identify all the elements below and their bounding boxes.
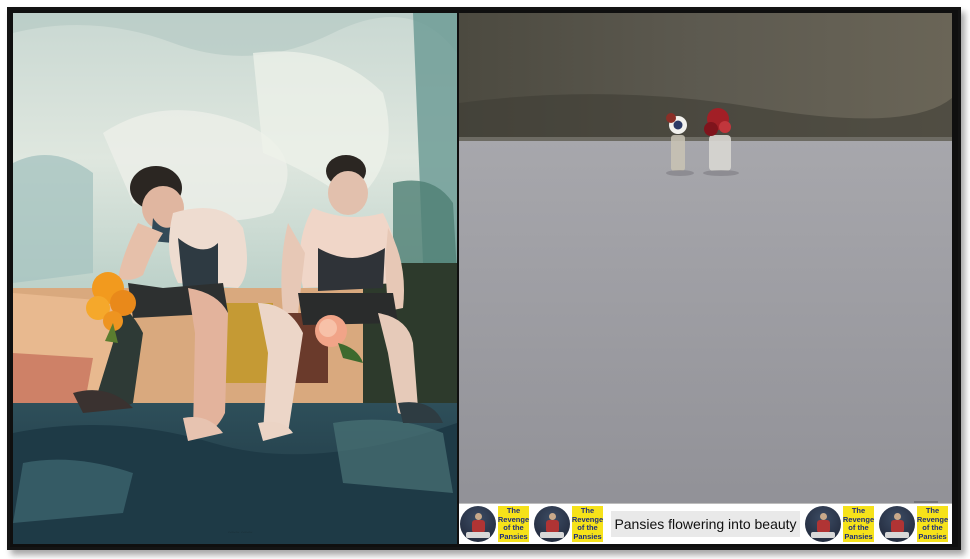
svg-text:~~~ ~~~: ~~~ ~~~ [228, 529, 253, 537]
logo-text: The Revenge of the Pansies [571, 506, 604, 542]
banner-caption: Pansies flowering into beauty [611, 511, 800, 537]
logo-text: The Revenge of the Pansies [497, 506, 530, 542]
collage-frame: ~~~ ~~~ The Revenge of the Pansies The R… [7, 7, 961, 550]
painting-two-seated-men-image: ~~~ ~~~ [13, 13, 457, 544]
logo-figure-icon [879, 506, 915, 542]
painting-two-vases [459, 13, 952, 544]
caption-banner: The Revenge of the Pansies The Revenge o… [459, 503, 952, 544]
painting-two-seated-men: ~~~ ~~~ [13, 13, 457, 544]
logo-text: The Revenge of the Pansies [842, 506, 875, 542]
revenge-of-the-pansies-logo: The Revenge of the Pansies [459, 505, 530, 543]
logo-figure-icon [460, 506, 496, 542]
revenge-of-the-pansies-logo: The Revenge of the Pansies [878, 505, 949, 543]
revenge-of-the-pansies-logo: The Revenge of the Pansies [804, 505, 875, 543]
painting-two-vases-image [459, 13, 952, 544]
revenge-of-the-pansies-logo: The Revenge of the Pansies [533, 505, 604, 543]
logo-figure-icon [805, 506, 841, 542]
logo-text: The Revenge of the Pansies [916, 506, 949, 542]
logo-figure-icon [534, 506, 570, 542]
